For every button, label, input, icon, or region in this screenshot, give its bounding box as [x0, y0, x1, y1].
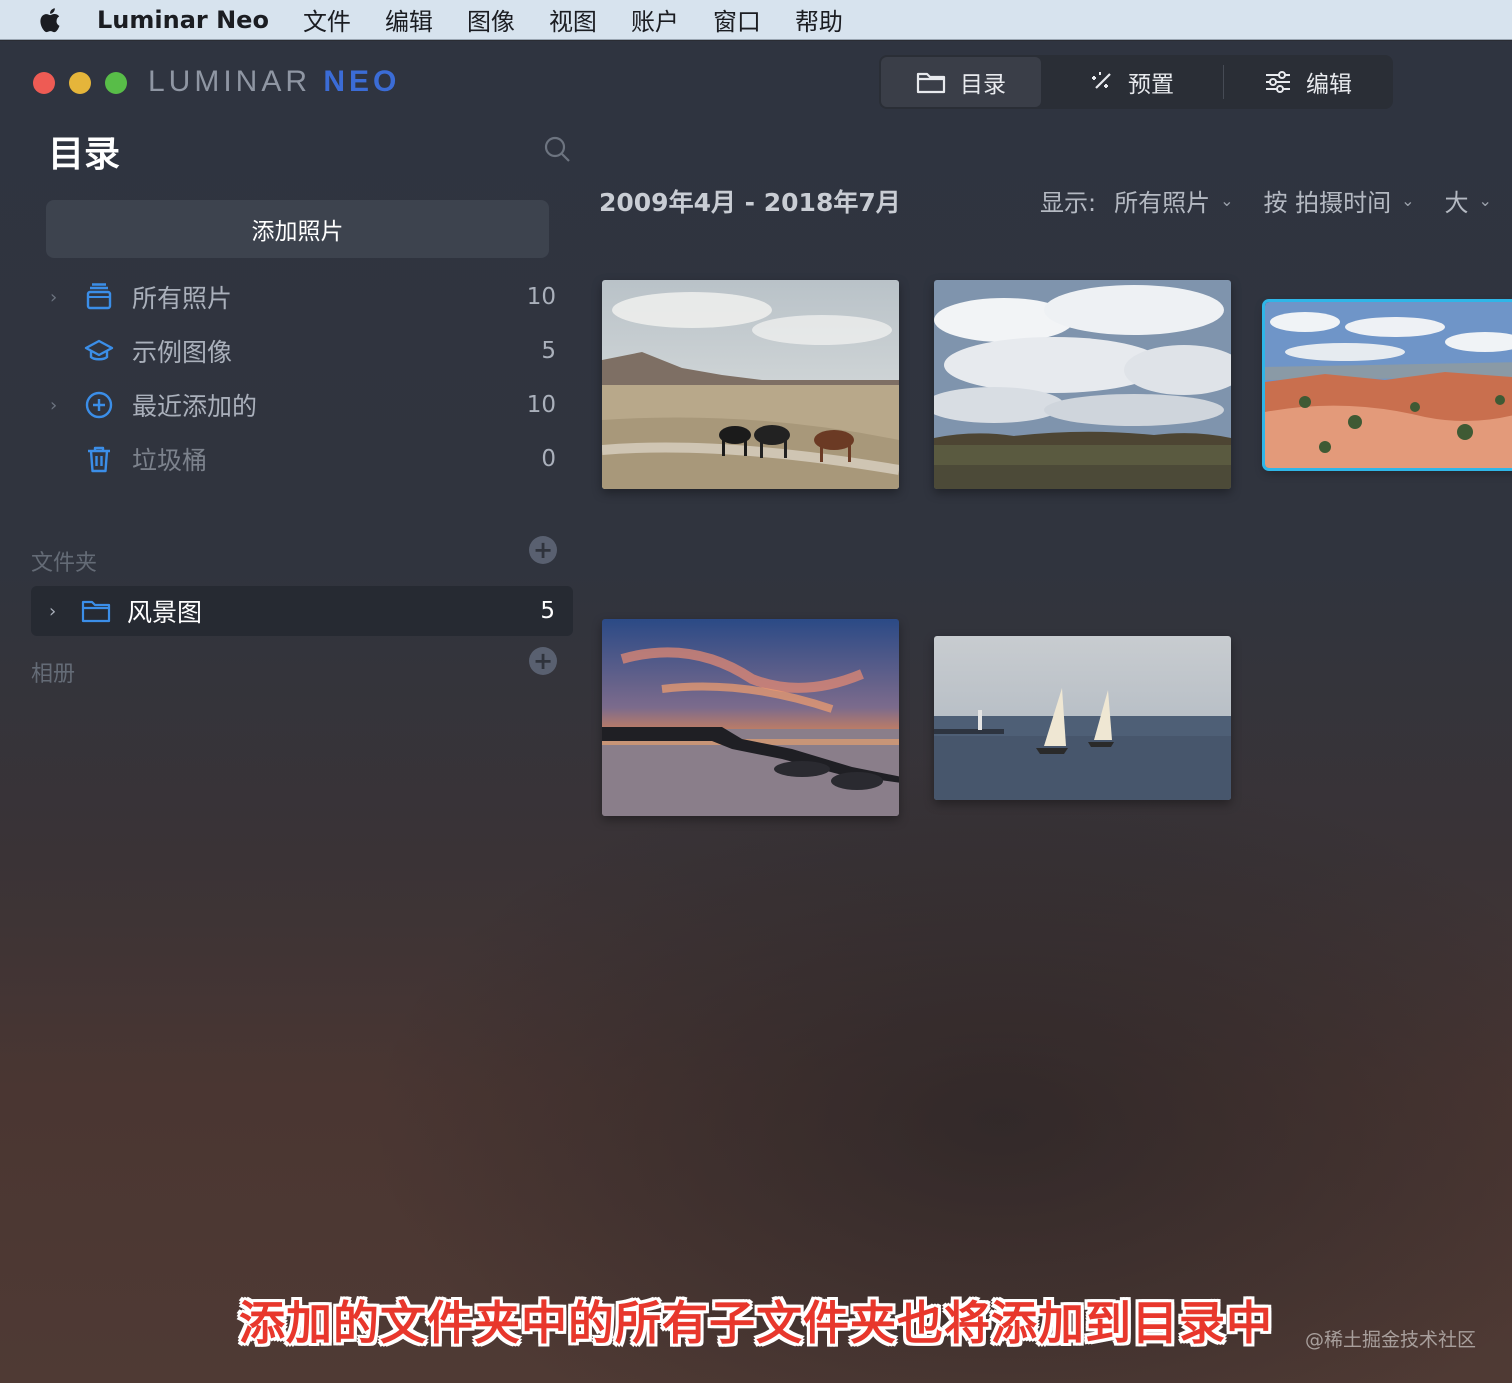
menu-image[interactable]: 图像 — [467, 2, 515, 37]
watermark: @稀土掘金技术社区 — [1304, 1329, 1476, 1351]
tab-edit-label: 编辑 — [1306, 72, 1352, 98]
sidebar-item-recently-added[interactable]: › 最近添加的 10 — [40, 382, 570, 428]
show-label: 显示: — [1040, 189, 1097, 217]
photos-stack-icon — [86, 283, 112, 310]
video-subtitle: 添加的文件夹中的所有子文件夹也将添加到目录中 — [239, 1296, 1273, 1350]
menu-file[interactable]: 文件 — [303, 2, 351, 37]
sidebar-item-label: 最近添加的 — [132, 392, 258, 421]
canyon-photo-image — [1265, 302, 1512, 468]
tab-catalog[interactable]: 目录 — [881, 57, 1041, 107]
sidebar-item-trash[interactable]: 垃圾桶 0 — [40, 436, 570, 482]
window-minimize-button[interactable] — [69, 72, 91, 94]
sunset-photo-image — [602, 619, 899, 816]
item-count: 10 — [526, 284, 556, 310]
graduation-cap-icon — [84, 339, 114, 361]
menu-bar: Luminar Neo 文件 编辑 图像 视图 账户 窗口 帮助 — [0, 0, 1512, 40]
clouds-photo-image — [934, 280, 1231, 489]
plus-circle-icon — [85, 391, 113, 419]
cattle-photo-image — [602, 280, 899, 489]
app-logo: LUMINAR NEO — [148, 65, 401, 98]
tab-edit[interactable]: 编辑 — [1224, 57, 1392, 107]
folders-section-label: 文件夹 — [31, 551, 98, 576]
item-count: 5 — [541, 338, 556, 364]
folder-label: 风景图 — [127, 598, 203, 627]
photo-thumbnail-clouds[interactable] — [934, 280, 1231, 489]
folder-icon — [81, 600, 111, 623]
sidebar-item-all-photos[interactable]: › 所有照片 10 — [40, 274, 570, 320]
sidebar-item-sample-images[interactable]: 示例图像 5 — [40, 328, 570, 374]
window-zoom-button[interactable] — [105, 72, 127, 94]
add-folder-button[interactable]: + — [529, 536, 557, 564]
app-window: LUMINAR NEO 目录 预置 编辑 目录 添加照片 › 所有照片 10 示… — [0, 41, 1512, 1383]
sliders-icon — [1266, 71, 1290, 93]
view-toolbar: 显示: 所有照片 ⌄ 按 拍摄时间 ⌄ 大 ⌄ — [1040, 183, 1492, 218]
photo-thumbnail-sunset[interactable] — [602, 619, 899, 816]
add-photos-button[interactable]: 添加照片 — [46, 200, 549, 258]
apple-logo-icon[interactable] — [37, 6, 61, 34]
tab-catalog-label: 目录 — [960, 72, 1006, 98]
window-close-button[interactable] — [33, 72, 55, 94]
menu-app-name[interactable]: Luminar Neo — [97, 6, 269, 34]
menu-help[interactable]: 帮助 — [795, 2, 843, 37]
date-range: 2009年4月 - 2018年7月 — [599, 188, 901, 217]
chevron-down-icon[interactable]: ⌄ — [1401, 191, 1414, 210]
sort-dropdown[interactable]: 按 拍摄时间 — [1264, 183, 1392, 218]
photo-thumbnail-cattle[interactable] — [602, 280, 899, 489]
tab-presets-label: 预置 — [1128, 72, 1174, 98]
item-count: 0 — [541, 446, 556, 472]
thumbnail-size-dropdown[interactable]: 大 — [1445, 183, 1469, 218]
menu-edit[interactable]: 编辑 — [385, 2, 433, 37]
folder-count: 5 — [540, 598, 555, 624]
chevron-down-icon[interactable]: ⌄ — [1479, 191, 1492, 210]
sidebar-item-label: 垃圾桶 — [132, 446, 208, 475]
photo-thumbnail-sailboats[interactable] — [934, 636, 1231, 800]
trash-icon — [88, 446, 110, 473]
mode-tabs: 目录 预置 编辑 — [879, 55, 1393, 109]
item-count: 10 — [526, 392, 556, 418]
chevron-right-icon[interactable]: › — [50, 395, 62, 416]
folder-icon — [916, 72, 946, 94]
sidebar-item-label: 所有照片 — [132, 284, 233, 313]
show-filter-dropdown[interactable]: 所有照片 — [1114, 183, 1210, 218]
sailboats-photo-image — [934, 636, 1231, 800]
sidebar-title: 目录 — [48, 134, 121, 175]
chevron-right-icon[interactable]: › — [50, 287, 62, 308]
chevron-down-icon[interactable]: ⌄ — [1220, 191, 1233, 210]
search-icon[interactable] — [543, 135, 571, 163]
albums-section-label: 相册 — [31, 662, 76, 687]
menu-window[interactable]: 窗口 — [713, 2, 761, 37]
tab-presets[interactable]: 预置 — [1041, 57, 1223, 107]
chevron-right-icon[interactable]: › — [49, 601, 61, 622]
add-album-button[interactable]: + — [529, 647, 557, 675]
sidebar-item-label: 示例图像 — [132, 338, 233, 367]
sidebar-folder-landscapes[interactable]: › 风景图 5 — [31, 586, 573, 636]
menu-view[interactable]: 视图 — [549, 2, 597, 37]
photo-thumbnail-canyon[interactable] — [1262, 299, 1512, 471]
magic-wand-icon — [1092, 72, 1111, 89]
menu-account[interactable]: 账户 — [631, 2, 679, 37]
